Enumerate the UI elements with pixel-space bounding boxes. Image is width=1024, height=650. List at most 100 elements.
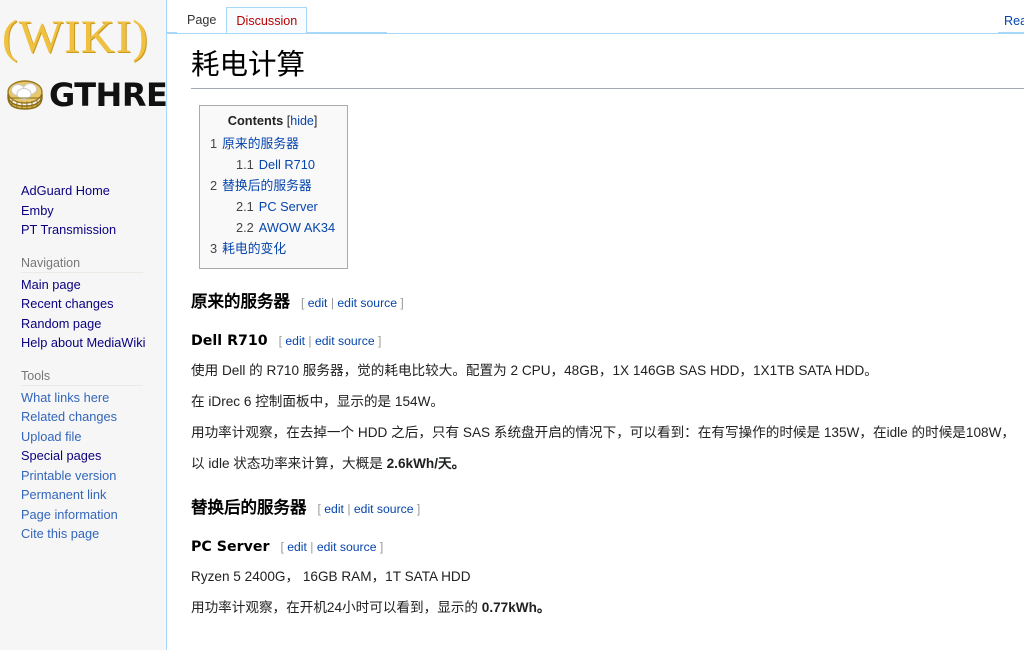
list-item: PT Transmission [21,220,166,240]
editsection-separator: | [306,540,317,554]
sidebar-list: Main page Recent changes Random page Help a… [21,275,166,353]
paragraph: 以 idle 状态功率来计算，大概是 2.6kWh/天。 [191,453,1024,475]
toc-entry-link[interactable]: 耗电的变化 [222,241,286,256]
list-item: AdGuard Home [21,181,166,201]
toc-entry-list: 1 原来的服务器 1.1 Dell R710 2 替换后的服务器 2.1 PC Server 2… [210,133,335,259]
edit-source-link[interactable]: edit source [337,296,397,310]
section-heading-text: Dell R710 [191,333,268,349]
paragraph-emphasis: 2.6kWh/天。 [386,456,466,471]
sidebar: (WIKI) GTHREE AdGuard HomeEmbyPT Tran [0,0,167,650]
page-title: 耗电计算 [191,48,1024,89]
section-heading: 原来的服务器 [ edit | edit source ] [191,291,1024,314]
toc-entry-link[interactable]: AWOW AK34 [259,220,335,235]
toc-entry-link[interactable]: PC Server [259,199,318,214]
edit-source-link[interactable]: edit source [354,502,414,516]
edit-source-link[interactable]: edit source [317,540,377,554]
list-item: Upload file [21,427,166,447]
sidebar-item-printable-version[interactable]: Printable version [21,468,116,483]
sidebar-item-adguard-home[interactable]: AdGuard Home [21,183,110,198]
sidebar-item-pt-transmission[interactable]: PT Transmission [21,222,116,237]
section-heading: Dell R710 [ edit | edit source ] [191,331,1024,351]
toc-entry[interactable]: 2.1 PC Server [210,196,335,217]
list-item: Main page [21,275,166,295]
paragraph: 在 iDrec 6 控制面板中，显示的是 154W。 [191,394,445,409]
tab-read-label: Rea [1004,14,1024,28]
toc-header: Contents [hide] [210,113,335,128]
tab-discussion-label: Discussion [236,14,298,28]
editsection-open-bracket: [ [301,296,308,310]
edit-section-links: [ edit | edit source ] [301,296,404,310]
toc-entry-number: 2.1 [236,199,254,214]
edit-link[interactable]: edit [308,296,328,310]
paragraph: 用功率计观察，在开机24小时可以看到，显示的 0.77kWh。 [191,597,1024,619]
list-item: Printable version [21,466,166,486]
edit-section-links: [ edit | edit source ] [318,502,421,516]
toc-entry[interactable]: 2.2 AWOW AK34 [210,217,335,238]
edit-source-link[interactable]: edit source [315,334,375,348]
edit-link[interactable]: edit [285,334,305,348]
table-of-contents: Contents [hide] 1 原来的服务器 1.1 Dell R710 2 替换后的… [199,105,349,269]
paragraph-text: 用功率计观察，在开机24小时可以看到，显示的 [191,600,482,615]
sidebar-item-page-information[interactable]: Page information [21,507,118,522]
list-item: Cite this page [21,524,166,544]
edit-link[interactable]: edit [324,502,344,516]
toc-entry-number: 1 [210,136,218,151]
sidebar-list: AdGuard Home Emby PT Transmission [21,181,166,240]
editsection-close-bracket: ] [376,540,384,554]
list-item: Help about MediaWiki [21,333,166,353]
toc-toggle[interactable]: [hide] [287,114,318,128]
sidebar-item-related-changes[interactable]: Related changes [21,409,117,424]
list-item: Related changes [21,407,166,427]
editsection-close-bracket: ] [397,296,404,310]
sidebar-item-upload-file[interactable]: Upload file [21,429,81,444]
namespace-tabs: Page Discussion Rea [167,0,1024,34]
toc-hide-link[interactable]: hide [290,114,314,128]
edit-link[interactable]: edit [287,540,307,554]
section-heading-text: 替换后的服务器 [191,498,307,517]
sidebar-heading-navigation: Navigation [21,256,143,273]
sidebar-heading-tools: Tools [21,369,143,386]
tab-read[interactable]: Rea [1004,14,1024,28]
article-body: 耗电计算 Contents [hide] 1 原来的服务器 1.1 Dell R710… [167,34,1024,650]
toc-entry-link[interactable]: 原来的服务器 [222,136,299,151]
list-item: Special pages [21,446,166,466]
sidebar-item-main-page[interactable]: Main page [21,277,81,292]
section-heading: PC Server [ edit | edit source ] [191,537,1024,557]
sidebar-group-navigation: Navigation Main page Recent changes Random … [0,254,166,353]
wiki-page: (WIKI) GTHREE AdGuard HomeEmbyPT Tran [0,0,1024,650]
editsection-separator: | [305,334,315,348]
list-item: Permanent link [21,485,166,505]
list-item: Recent changes [21,294,166,314]
logo-wiki-text: (WIKI) [2,11,149,63]
sidebar-item-help-about-mediawiki[interactable]: Help about MediaWiki [21,335,145,350]
tab-page[interactable]: Page [177,7,227,33]
list-item: Page information [21,505,166,525]
tab-discussion[interactable]: Discussion [226,7,308,33]
toc-entry[interactable]: 1.1 Dell R710 [210,154,335,175]
toc-entry-link[interactable]: Dell R710 [259,157,315,172]
editsection-separator: | [327,296,338,310]
sidebar-item-what-links-here[interactable]: What links here [21,390,109,405]
toc-entry-link[interactable]: 替换后的服务器 [222,178,312,193]
toc-entry[interactable]: 3 耗电的变化 [210,238,335,259]
toc-title-label: Contents [227,113,284,128]
editsection-close-bracket: ] [413,502,421,516]
paragraph: Ryzen 5 2400G， 16GB RAM，1T SATA HDD [191,569,471,584]
sidebar-item-special-pages[interactable]: Special pages [21,448,101,463]
sidebar-item-cite-this-page[interactable]: Cite this page [21,526,99,541]
toc-entry[interactable]: 1 原来的服务器 [210,133,335,154]
sidebar-item-emby[interactable]: Emby [21,203,54,218]
paragraph: 使用 Dell 的 R710 服务器，觉的耗电比较大。配置为 2 CPU，48G… [191,363,878,378]
toc-toggle-close-bracket: ] [313,114,318,128]
site-logo[interactable]: (WIKI) GTHREE [0,0,166,142]
sidebar-navigation: AdGuard Home Emby PT Transmission Navigatio… [0,181,166,558]
edit-section-links: [ edit | edit source ] [280,540,383,554]
sidebar-item-recent-changes[interactable]: Recent changes [21,296,113,311]
toc-entry-number: 1.1 [236,157,254,172]
sidebar-item-permanent-link[interactable]: Permanent link [21,487,106,502]
toc-entry-number: 2 [210,178,218,193]
toc-entry[interactable]: 2 替换后的服务器 [210,175,335,196]
logo-site-name: GTHREE [49,76,167,114]
sidebar-item-random-page[interactable]: Random page [21,316,101,331]
